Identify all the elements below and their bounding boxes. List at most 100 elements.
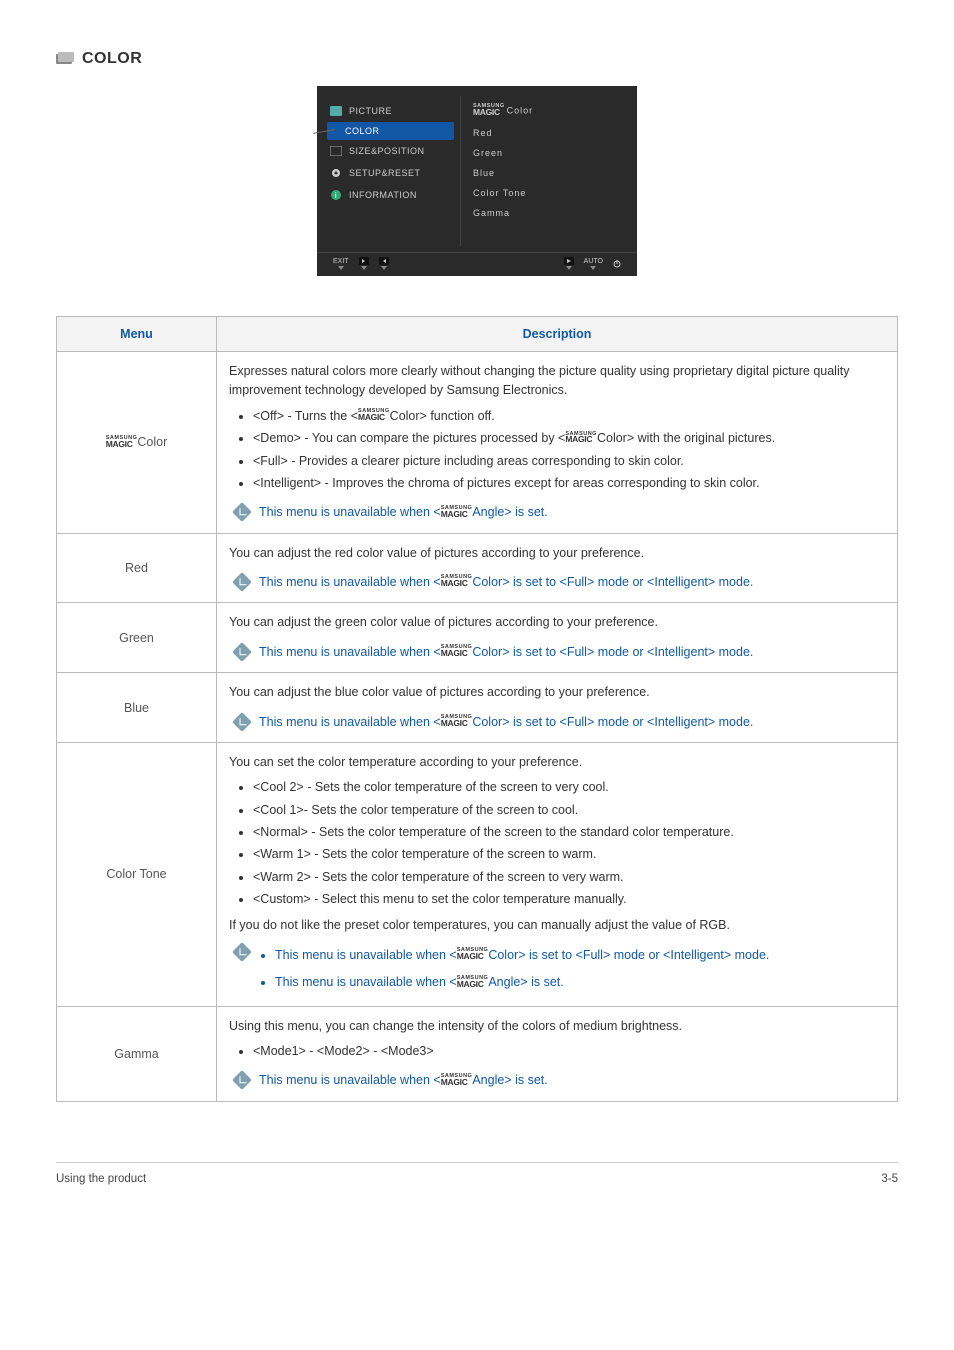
- table-row: Blue You can adjust the blue color value…: [57, 673, 898, 743]
- list-item: <Intelligent> - Improves the chroma of p…: [253, 474, 885, 493]
- osd-opt-colortone: Color Tone: [473, 183, 637, 203]
- desc-intro: You can adjust the red color value of pi…: [229, 544, 885, 563]
- osd-tab-color: COLOR: [327, 122, 454, 140]
- list-item: <Cool 1>- Sets the color temperature of …: [253, 801, 885, 820]
- menu-blue: Blue: [57, 673, 217, 743]
- samsung-magic-logo: SAMSUNGMAGIC: [441, 575, 473, 588]
- section-title: COLOR: [82, 50, 142, 68]
- samsung-magic-logo: SAMSUNGMAGIC: [441, 715, 473, 728]
- note-icon: [232, 502, 252, 522]
- color-section-icon: [56, 52, 74, 66]
- desc-intro: You can set the color temperature accord…: [229, 753, 885, 772]
- list-item: <Full> - Provides a clearer picture incl…: [253, 452, 885, 471]
- text: <Demo> - You can compare the pictures pr…: [253, 431, 565, 445]
- note-icon: [232, 1070, 252, 1090]
- samsung-magic-logo: SAMSUNGMAGIC: [358, 409, 390, 422]
- table-row: SAMSUNGMAGICColor Expresses natural colo…: [57, 352, 898, 534]
- note: This menu is unavailable when <SAMSUNGMA…: [229, 573, 885, 592]
- note-icon: [232, 712, 252, 732]
- osd-label: SETUP&RESET: [349, 168, 421, 178]
- osd-label: PICTURE: [349, 106, 392, 116]
- footer-left: Using the product: [56, 1173, 146, 1185]
- osd-tab-sizepos: SIZE&POSITION: [327, 140, 454, 162]
- text: Color> with the original pictures.: [597, 431, 775, 445]
- note-text: Color> is set to <Full> mode or <Intelli…: [472, 715, 753, 729]
- note: This menu is unavailable when <SAMSUNGMA…: [229, 503, 885, 522]
- chevron-down-icon: [338, 266, 344, 270]
- note-text: This menu is unavailable when <: [275, 975, 457, 989]
- list-item: <Warm 1> - Sets the color temperature of…: [253, 845, 885, 864]
- desc-green: You can adjust the green color value of …: [217, 603, 898, 673]
- list-item: <Custom> - Select this menu to set the c…: [253, 890, 885, 909]
- osd-auto-label: AUTO: [584, 258, 603, 265]
- samsung-magic-logo: SAMSUNGMAGIC: [441, 645, 473, 658]
- note-text: Color> is set to <Full> mode or <Intelli…: [472, 645, 753, 659]
- note-text: This menu is unavailable when <: [275, 948, 457, 962]
- menu-red: Red: [57, 533, 217, 603]
- size-icon: [329, 144, 343, 158]
- text: Color> function off.: [390, 409, 495, 423]
- samsung-magic-logo: SAMSUNGMAGIC: [441, 506, 473, 519]
- chevron-down-icon: [361, 266, 367, 270]
- list-item: <Cool 2> - Sets the color temperature of…: [253, 778, 885, 797]
- desc-intro: You can adjust the green color value of …: [229, 613, 885, 632]
- list-item: <Normal> - Sets the color temperature of…: [253, 823, 885, 842]
- note-text: This menu is unavailable when <: [259, 1073, 441, 1087]
- desc-blue: You can adjust the blue color value of p…: [217, 673, 898, 743]
- list-item: <Off> - Turns the <SAMSUNGMAGICColor> fu…: [253, 407, 885, 426]
- osd-tab-picture: PICTURE: [327, 100, 454, 122]
- menu-suffix: Color: [137, 435, 167, 449]
- list-item: <Warm 2> - Sets the color temperature of…: [253, 868, 885, 887]
- desc-colortone: You can set the color temperature accord…: [217, 742, 898, 1006]
- note: This menu is unavailable when <SAMSUNGMA…: [229, 713, 885, 732]
- desc-magiccolor: Expresses natural colors more clearly wi…: [217, 352, 898, 534]
- desc-gamma: Using this menu, you can change the inte…: [217, 1006, 898, 1101]
- note-text: Angle> is set.: [488, 975, 563, 989]
- page-footer: Using the product 3-5: [56, 1162, 898, 1185]
- samsung-magic-logo: SAMSUNGMAGIC: [441, 1074, 473, 1087]
- note-text: This menu is unavailable when <: [259, 715, 441, 729]
- note-text: This menu is unavailable when <: [259, 575, 441, 589]
- note-text: This menu is unavailable when <: [259, 645, 441, 659]
- desc-intro: Expresses natural colors more clearly wi…: [229, 362, 885, 401]
- info-icon: i: [329, 188, 343, 202]
- note-text: Color> is set to <Full> mode or <Intelli…: [488, 948, 769, 962]
- section-header: COLOR: [56, 50, 898, 68]
- table-row: Green You can adjust the green color val…: [57, 603, 898, 673]
- osd-nav-button: [379, 257, 389, 270]
- note-icon: [232, 942, 252, 962]
- osd-exit-button: EXIT: [333, 258, 349, 270]
- table-row: Gamma Using this menu, you can change th…: [57, 1006, 898, 1101]
- samsung-magic-logo: SAMSUNGMAGIC: [457, 976, 489, 989]
- osd-label: INFORMATION: [349, 190, 417, 200]
- osd-left-tabs: PICTURE COLOR SIZE&POSITION SETUP&RESET …: [317, 96, 461, 246]
- menu-colortone: Color Tone: [57, 742, 217, 1006]
- list-item: This menu is unavailable when <SAMSUNGMA…: [275, 946, 769, 965]
- gear-icon: [329, 166, 343, 180]
- osd-opt-magiccolor: SAMSUNGMAGICColor: [473, 100, 637, 123]
- chevron-down-icon: [590, 266, 596, 270]
- menu-magiccolor: SAMSUNGMAGICColor: [57, 352, 217, 534]
- osd-panel: PICTURE COLOR SIZE&POSITION SETUP&RESET …: [317, 86, 637, 276]
- osd-opt-gamma: Gamma: [473, 203, 637, 223]
- list-item: <Demo> - You can compare the pictures pr…: [253, 429, 885, 448]
- list-item: This menu is unavailable when <SAMSUNGMA…: [275, 973, 769, 992]
- note-text: Angle> is set.: [472, 1073, 547, 1087]
- samsung-magic-logo: SAMSUNGMAGIC: [457, 948, 489, 961]
- th-menu: Menu: [57, 317, 217, 352]
- menu-green: Green: [57, 603, 217, 673]
- osd-suffix: Color: [507, 106, 534, 116]
- note-icon: [232, 642, 252, 662]
- desc-red: You can adjust the red color value of pi…: [217, 533, 898, 603]
- table-row: Red You can adjust the red color value o…: [57, 533, 898, 603]
- osd-exit-label: EXIT: [333, 258, 349, 265]
- note-text: Color> is set to <Full> mode or <Intelli…: [472, 575, 753, 589]
- osd-nav-button: [359, 257, 369, 270]
- chevron-down-icon: [381, 266, 387, 270]
- chevron-down-icon: [566, 266, 572, 270]
- footer-right: 3-5: [881, 1173, 898, 1185]
- note: This menu is unavailable when <SAMSUNGMA…: [229, 943, 885, 996]
- desc-tail: If you do not like the preset color temp…: [229, 916, 885, 935]
- svg-text:i: i: [335, 191, 337, 200]
- osd-screenshot: PICTURE COLOR SIZE&POSITION SETUP&RESET …: [56, 86, 898, 276]
